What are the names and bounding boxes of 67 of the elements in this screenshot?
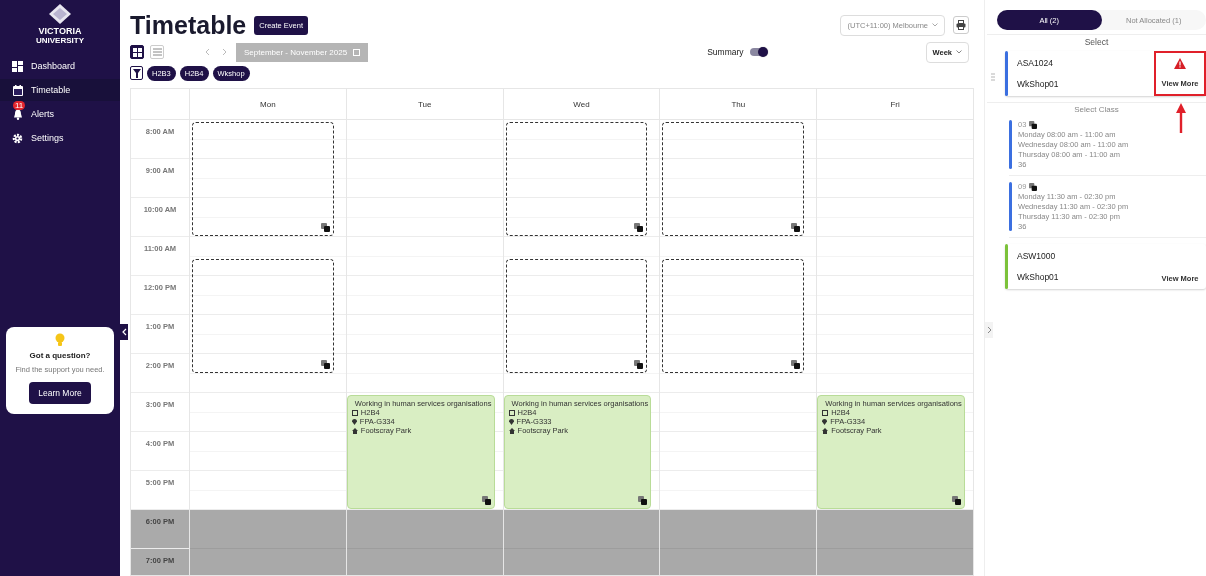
nav-item[interactable]: Settings: [0, 127, 120, 149]
empty-slot-placeholder[interactable]: [662, 122, 805, 236]
nav-item[interactable]: Dashboard: [0, 55, 120, 77]
logo-text: UNIVERSITY: [36, 36, 84, 45]
copy-icon: [638, 496, 648, 505]
help-title: Got a question?: [29, 351, 91, 360]
day-header: Fri: [816, 89, 973, 119]
collapse-sidebar-button[interactable]: [120, 324, 128, 340]
day-header: Tue: [345, 89, 503, 119]
logo-text: VICTORIA: [38, 26, 82, 36]
copy-icon: [320, 223, 330, 232]
copy-icon: [634, 359, 644, 369]
calendar-icon: [353, 48, 361, 56]
nav-item[interactable]: 11 Alerts: [0, 103, 120, 125]
print-button[interactable]: [953, 16, 969, 34]
summary-label: Summary: [707, 47, 744, 57]
bell-icon: [12, 108, 23, 120]
calendar-icon: [12, 84, 23, 96]
filter-button[interactable]: [130, 66, 143, 80]
location-pin-icon: [822, 418, 828, 425]
empty-slot-placeholder[interactable]: [662, 258, 805, 373]
calendar-icon: [508, 409, 515, 416]
home-icon: [351, 427, 358, 434]
copy-icon: [634, 223, 644, 232]
summary-toggle[interactable]: [749, 48, 767, 56]
calendar-icon: [351, 409, 358, 416]
calendar-icon: [822, 409, 829, 416]
copy-icon: [481, 496, 491, 505]
day-header: Thu: [659, 89, 817, 119]
empty-slot-placeholder[interactable]: [192, 258, 334, 373]
chevron-right-icon: [986, 326, 992, 334]
location-pin-icon: [508, 418, 514, 425]
day-header: Mon: [189, 89, 346, 119]
settings-icon: [12, 132, 23, 144]
copy-icon: [952, 496, 961, 505]
home-icon: [508, 427, 515, 434]
course-group: WkShop01: [1017, 79, 1145, 89]
course-group: WkShop01: [1017, 272, 1145, 282]
day-header: Wed: [502, 89, 660, 119]
learn-more-button[interactable]: Learn More: [29, 382, 91, 404]
copy-icon: [791, 359, 801, 369]
alert-count-badge: 11: [13, 100, 26, 110]
grid-view-button[interactable]: [130, 45, 144, 59]
copy-icon: [791, 223, 801, 232]
caret-icon: [932, 23, 938, 27]
course-code: ASW1000: [1017, 251, 1057, 261]
drag-handle-icon[interactable]: [991, 73, 995, 81]
dashboard-icon: [12, 60, 23, 72]
copy-icon: [320, 359, 330, 369]
annotation-arrow: [1176, 103, 1186, 133]
expand-panel-button[interactable]: [985, 322, 993, 338]
chevron-left-icon: [121, 328, 127, 336]
caret-icon: [956, 50, 962, 54]
lightbulb-icon: [55, 333, 65, 347]
location-pin-icon: [351, 418, 357, 425]
course-code: ASA1024: [1017, 58, 1054, 68]
page-title: Timetable: [130, 10, 247, 40]
copy-icon: [1029, 120, 1038, 129]
empty-slot-placeholder[interactable]: [505, 122, 648, 236]
empty-slot-placeholder[interactable]: [505, 258, 648, 373]
copy-icon: [1029, 182, 1038, 191]
nav-item[interactable]: Timetable: [0, 79, 120, 101]
section-label: Select Class: [1074, 105, 1119, 114]
home-icon: [822, 427, 829, 434]
section-label: Select: [1084, 37, 1109, 47]
logo-icon: [49, 4, 71, 24]
empty-slot-placeholder[interactable]: [192, 122, 334, 236]
